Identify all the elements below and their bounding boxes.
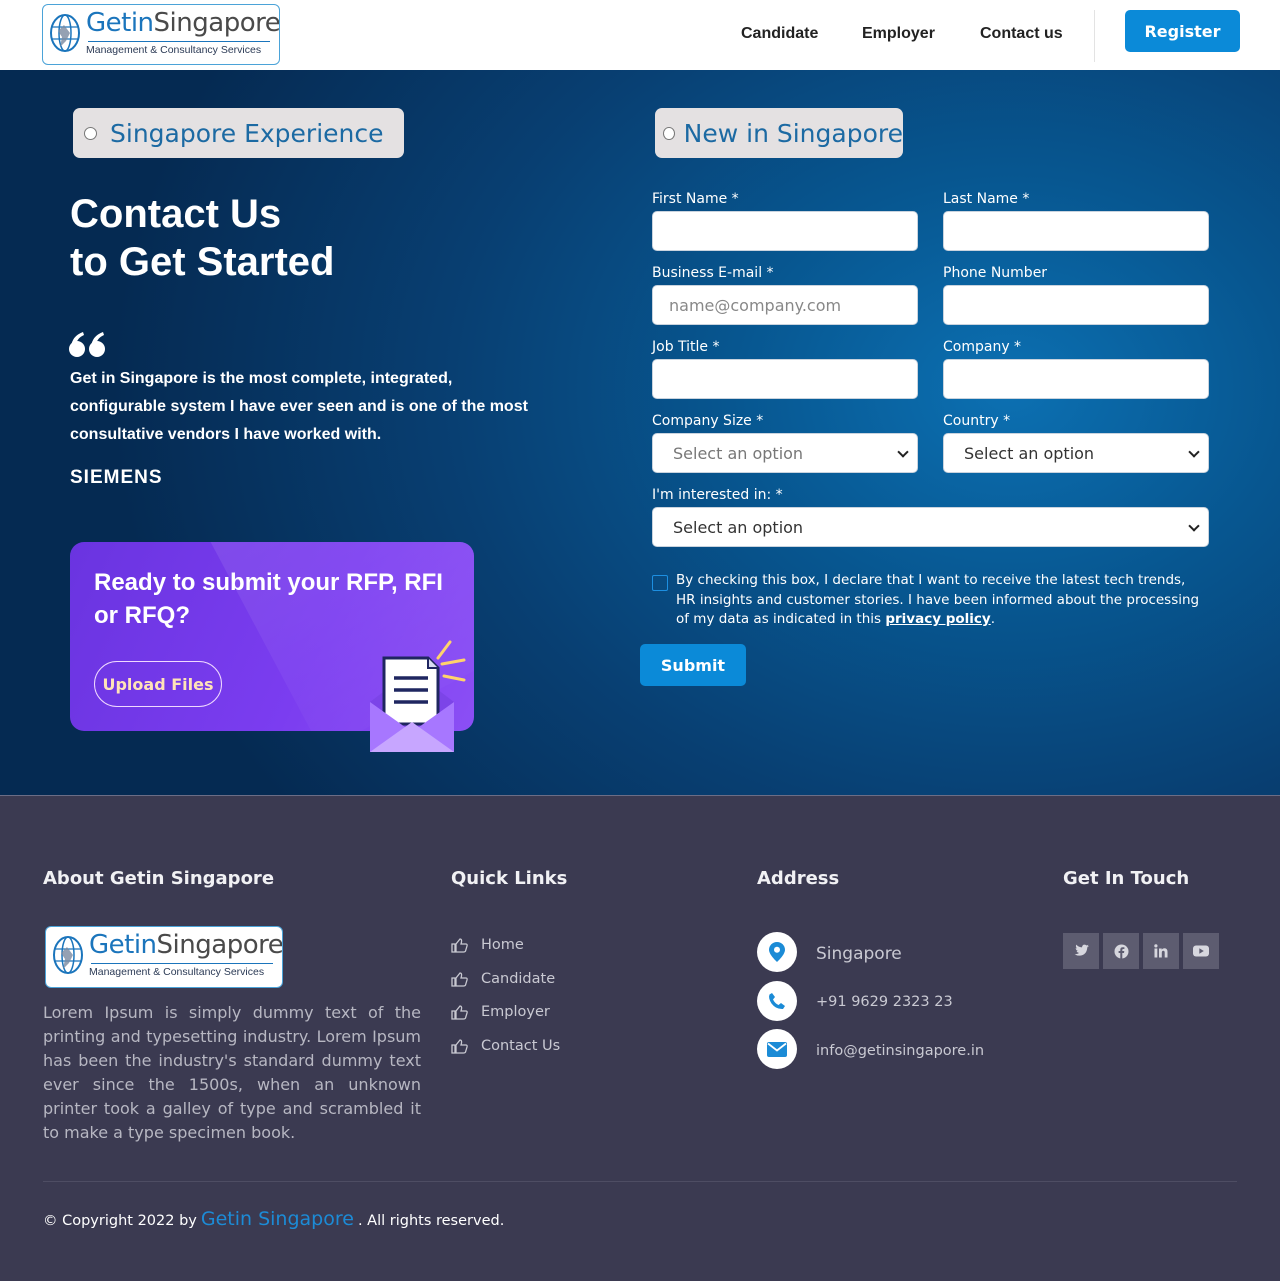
youtube-icon[interactable] bbox=[1183, 933, 1219, 969]
logo-underline bbox=[91, 963, 273, 964]
footer-logo[interactable]: GetinSingapore Management & Consultancy … bbox=[45, 926, 283, 988]
rfp-title: Ready to submit your RFP, RFI or RFQ? bbox=[94, 569, 443, 629]
interest-label: I'm interested in: * bbox=[652, 487, 783, 503]
chevron-down-icon bbox=[1188, 446, 1200, 458]
email-label: Business E-mail * bbox=[652, 265, 774, 281]
logo-text: GetinSingapore bbox=[89, 930, 283, 960]
country-select[interactable]: Select an option bbox=[943, 433, 1209, 473]
chevron-down-icon bbox=[1188, 520, 1200, 532]
job-title-label: Job Title * bbox=[652, 339, 720, 355]
submit-button[interactable]: Submit bbox=[640, 644, 746, 686]
logo-text: GetinSingapore bbox=[86, 8, 280, 38]
linkedin-icon[interactable] bbox=[1143, 933, 1179, 969]
site-logo[interactable]: GetinSingapore Management & Consultancy … bbox=[42, 4, 280, 65]
thumbs-up-icon bbox=[451, 971, 468, 987]
first-name-label: First Name * bbox=[652, 191, 739, 207]
job-title-input[interactable] bbox=[652, 359, 918, 399]
footer-link-candidate[interactable]: Candidate bbox=[451, 971, 555, 987]
radio-button[interactable] bbox=[84, 126, 97, 140]
address-phone[interactable]: +91 9629 2323 23 bbox=[816, 994, 953, 1010]
last-name-input[interactable] bbox=[943, 211, 1209, 251]
footer-link-contact-us[interactable]: Contact Us bbox=[451, 1038, 560, 1054]
email-icon bbox=[757, 1029, 797, 1069]
company-label: Company * bbox=[943, 339, 1022, 355]
select-value: Select an option bbox=[673, 443, 804, 463]
footer-divider bbox=[43, 1181, 1237, 1182]
consent-checkbox[interactable] bbox=[652, 575, 668, 591]
nav-employer[interactable]: Employer bbox=[862, 25, 935, 43]
toggle-label: Singapore Experience bbox=[110, 118, 384, 148]
page-title: Contact Us to Get Started bbox=[70, 192, 335, 284]
last-name-label: Last Name * bbox=[943, 191, 1030, 207]
about-heading: About Getin Singapore bbox=[43, 868, 275, 889]
nav-divider bbox=[1094, 10, 1095, 62]
logo-subtitle: Management & Consultancy Services bbox=[89, 966, 265, 978]
nav-contact-us[interactable]: Contact us bbox=[980, 25, 1063, 43]
select-value: Select an option bbox=[964, 443, 1095, 463]
singapore-experience-toggle[interactable]: Singapore Experience bbox=[73, 108, 404, 158]
company-input[interactable] bbox=[943, 359, 1209, 399]
copyright-brand-link[interactable]: Getin Singapore bbox=[201, 1208, 354, 1230]
country-label: Country * bbox=[943, 413, 1011, 429]
location-icon bbox=[757, 932, 797, 972]
footer-link-home[interactable]: Home bbox=[451, 937, 524, 953]
thumbs-up-icon bbox=[451, 937, 468, 953]
new-in-singapore-toggle[interactable]: New in Singapore bbox=[655, 108, 903, 158]
globe-logo-icon bbox=[50, 14, 80, 52]
company-size-label: Company Size * bbox=[652, 413, 764, 429]
facebook-icon[interactable] bbox=[1103, 933, 1139, 969]
chevron-down-icon bbox=[897, 446, 909, 458]
first-name-input[interactable] bbox=[652, 211, 918, 251]
consent-text: By checking this box, I declare that I w… bbox=[676, 572, 1200, 627]
envelope-document-icon bbox=[370, 640, 466, 752]
twitter-icon[interactable] bbox=[1063, 933, 1099, 969]
email-input[interactable]: name@company.com bbox=[652, 285, 918, 325]
testimonial-quote: Get in Singapore is the most complete, i… bbox=[70, 370, 528, 443]
copyright: © Copyright 2022 by Getin Singapore . Al… bbox=[43, 1208, 505, 1230]
logo-underline bbox=[88, 41, 270, 42]
privacy-policy-link[interactable]: privacy policy bbox=[885, 611, 990, 627]
globe-logo-icon bbox=[53, 936, 83, 974]
phone-icon bbox=[757, 981, 797, 1021]
register-button[interactable]: Register bbox=[1125, 10, 1240, 52]
company-size-select[interactable]: Select an option bbox=[652, 433, 918, 473]
quick-links-heading: Quick Links bbox=[451, 868, 568, 889]
thumbs-up-icon bbox=[451, 1004, 468, 1020]
phone-input[interactable] bbox=[943, 285, 1209, 325]
testimonial-author: SIEMENS bbox=[70, 467, 163, 488]
address-location: Singapore bbox=[816, 944, 902, 964]
logo-subtitle: Management & Consultancy Services bbox=[86, 44, 262, 56]
footer-link-employer[interactable]: Employer bbox=[451, 1004, 550, 1020]
about-text: Lorem Ipsum is simply dummy text of the … bbox=[43, 1003, 421, 1142]
quote-icon bbox=[69, 332, 105, 357]
toggle-label: New in Singapore bbox=[683, 118, 903, 148]
address-email[interactable]: info@getinsingapore.in bbox=[816, 1043, 984, 1059]
nav-candidate[interactable]: Candidate bbox=[741, 25, 818, 43]
site-header: GetinSingapore Management & Consultancy … bbox=[0, 0, 1280, 70]
phone-label: Phone Number bbox=[943, 265, 1048, 281]
select-value: Select an option bbox=[673, 517, 804, 537]
upload-files-button[interactable]: Upload Files bbox=[94, 661, 222, 707]
radio-button[interactable] bbox=[663, 126, 675, 140]
address-heading: Address bbox=[757, 868, 840, 889]
thumbs-up-icon bbox=[451, 1038, 468, 1054]
interest-select[interactable]: Select an option bbox=[652, 507, 1209, 547]
get-in-touch-heading: Get In Touch bbox=[1063, 868, 1190, 889]
